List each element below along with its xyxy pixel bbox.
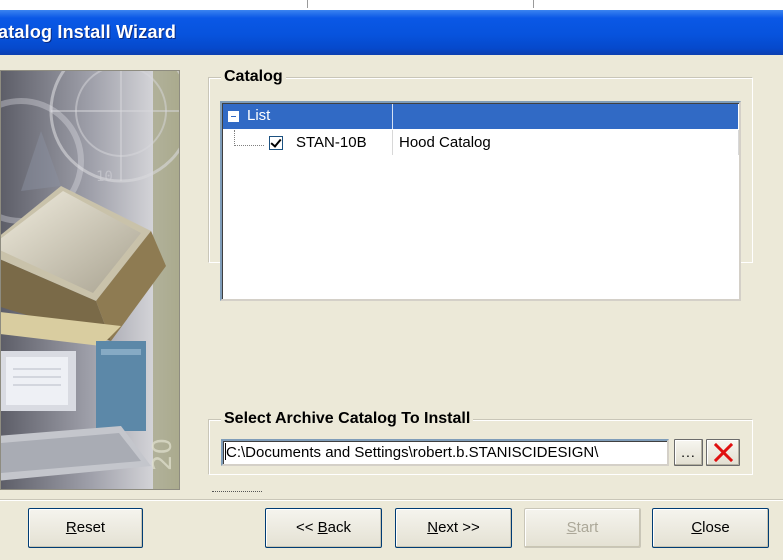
archive-path-value: C:\Documents and Settings\robert.b.STANI…	[226, 444, 599, 461]
column-separator	[392, 104, 393, 129]
reset-label: eset	[76, 519, 106, 536]
book-computer-illustration: 10 0101 1001 20	[1, 71, 179, 489]
catalog-code: STAN-10B	[296, 134, 367, 151]
red-x-icon	[714, 443, 733, 462]
wizard-window: 10 0101 1001 20 Catalog	[0, 55, 783, 560]
close-mnemonic: C	[691, 519, 703, 536]
svg-text:20: 20	[148, 438, 178, 471]
column-separator	[392, 130, 393, 155]
svg-text:10: 10	[96, 169, 113, 185]
tree-connector	[234, 145, 264, 146]
next-label: ext >>	[438, 519, 480, 536]
browse-button[interactable]: ...	[674, 439, 703, 466]
strip-tick	[307, 0, 308, 8]
button-bar-divider	[0, 499, 783, 501]
browse-label: ...	[681, 444, 696, 460]
start-label: tart	[576, 519, 599, 536]
close-label: lose	[702, 519, 730, 536]
tree-root-row[interactable]: List	[223, 104, 738, 129]
tree-root-label: List	[247, 107, 271, 124]
catalog-checkbox[interactable]	[269, 136, 283, 150]
separator-mark	[212, 491, 262, 492]
reset-button[interactable]: Reset	[28, 508, 143, 548]
close-button[interactable]: Close	[652, 508, 769, 548]
back-mnemonic: B	[317, 519, 328, 536]
start-mnemonic: S	[566, 519, 577, 536]
catalog-group-label: Catalog	[221, 67, 286, 87]
back-button[interactable]: << Back	[265, 508, 382, 548]
start-button[interactable]: Start	[524, 508, 641, 548]
desktop-strip	[0, 0, 783, 10]
next-button[interactable]: Next >>	[395, 508, 512, 548]
clear-path-button[interactable]	[706, 439, 740, 466]
column-separator	[738, 130, 739, 155]
tree-row[interactable]: STAN-10B Hood Catalog	[223, 130, 738, 155]
next-mnemonic: N	[427, 519, 439, 536]
strip-tick	[533, 0, 534, 8]
window-titlebar[interactable]: atalog Install Wizard	[0, 10, 783, 55]
reset-mnemonic: R	[65, 519, 77, 536]
collapse-icon[interactable]	[228, 111, 239, 122]
wizard-side-image: 10 0101 1001 20	[0, 70, 180, 490]
window-title: atalog Install Wizard	[0, 22, 177, 42]
archive-path-input[interactable]: C:\Documents and Settings\robert.b.STANI…	[221, 439, 669, 466]
back-label: ack	[327, 519, 352, 536]
catalog-description: Hood Catalog	[399, 134, 491, 151]
archive-group-label: Select Archive Catalog To Install	[221, 409, 474, 429]
back-prefix: <<	[295, 519, 318, 536]
catalog-tree[interactable]: List STAN-10B Hood Catalog	[220, 101, 741, 301]
tree-connector	[234, 130, 235, 146]
